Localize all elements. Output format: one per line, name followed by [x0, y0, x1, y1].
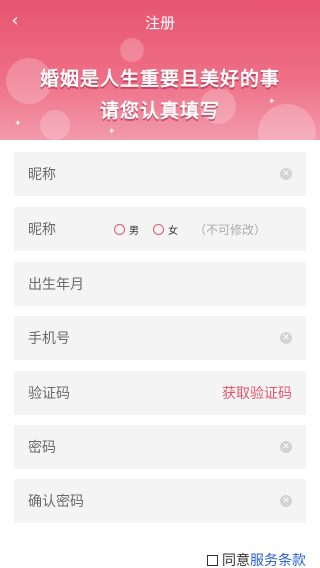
gender-note: （不可修改） — [194, 222, 267, 237]
nickname-placeholder: 昵称 — [28, 167, 56, 183]
confirm-password-field[interactable]: 确认密码 ✕ — [14, 479, 306, 523]
gender-radio-female[interactable]: 女 — [153, 222, 178, 237]
birth-date-field[interactable]: 出生年月 — [14, 262, 306, 306]
gender-option-label: 男 — [129, 225, 139, 237]
radio-circle-icon — [114, 223, 125, 235]
banner-headline-line1: 婚姻是人生重要且美好的事 — [39, 68, 280, 90]
header-banner: ✦ ✦ ✦ ‹ 注册 婚姻是人生重要且美好的事 请您认真填写 — [0, 0, 320, 140]
confirm-password-placeholder: 确认密码 — [28, 494, 84, 510]
phone-field[interactable]: 手机号 ✕ — [14, 316, 306, 360]
phone-placeholder: 手机号 — [28, 331, 70, 347]
clear-icon[interactable]: ✕ — [280, 495, 292, 507]
agree-checkbox[interactable] — [207, 554, 218, 566]
get-code-button[interactable]: 获取验证码 — [222, 383, 292, 403]
clear-icon[interactable]: ✕ — [280, 441, 292, 453]
banner-headline-line2: 请您认真填写 — [99, 100, 220, 122]
banner-bokeh — [120, 38, 144, 62]
radio-circle-icon — [153, 223, 164, 235]
agreement-row: 同意 服务条款 — [207, 550, 306, 568]
verification-code-field[interactable]: 验证码 获取验证码 — [14, 371, 306, 415]
sparkle-icon: ✦ — [108, 127, 116, 137]
password-field[interactable]: 密码 ✕ — [14, 425, 306, 469]
terms-link[interactable]: 服务条款 — [250, 550, 306, 568]
gender-field: 昵称 男 女 （不可修改） — [14, 207, 306, 251]
gender-option-label: 女 — [168, 225, 178, 237]
page-title: 注册 — [144, 14, 175, 32]
birth-date-placeholder: 出生年月 — [28, 277, 84, 293]
gender-radio-male[interactable]: 男 — [114, 222, 139, 237]
nickname-field[interactable]: 昵称 ✕ — [14, 152, 306, 196]
verification-code-placeholder: 验证码 — [28, 386, 70, 402]
clear-icon[interactable]: ✕ — [280, 332, 292, 344]
gender-label: 昵称 — [28, 222, 56, 238]
password-placeholder: 密码 — [28, 440, 56, 456]
clear-icon[interactable]: ✕ — [280, 168, 292, 180]
agree-label: 同意 — [222, 553, 250, 568]
